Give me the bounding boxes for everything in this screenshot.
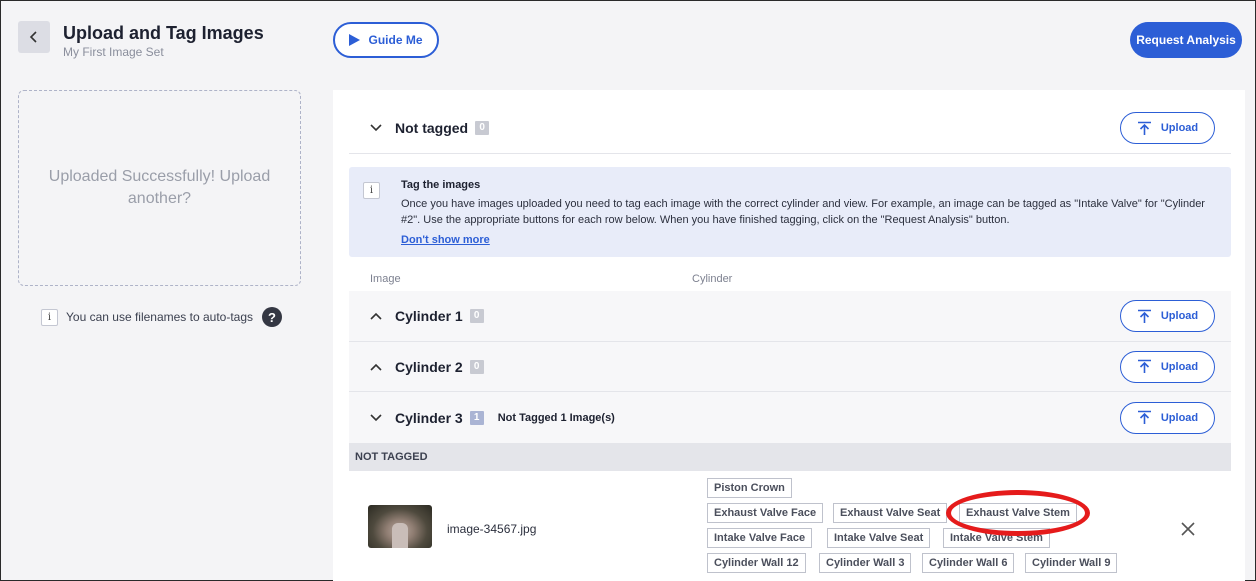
upload-label: Upload bbox=[1160, 122, 1199, 134]
count-badge: 1 bbox=[469, 410, 484, 425]
request-analysis-button[interactable]: Request Analysis bbox=[1130, 22, 1242, 58]
main-panel: Not tagged 0 Upload i Tag the images Onc… bbox=[333, 90, 1245, 581]
chevron-down-icon bbox=[370, 413, 382, 421]
count-badge: 0 bbox=[475, 121, 490, 135]
tag-cylinder-wall-9[interactable]: Cylinder Wall 9 bbox=[1025, 553, 1118, 573]
section-title: Not tagged bbox=[395, 120, 469, 136]
upload-button[interactable]: Upload bbox=[1120, 300, 1215, 332]
upload-label: Upload bbox=[1160, 411, 1199, 424]
info-icon: i bbox=[41, 308, 58, 326]
chevron-left-icon bbox=[29, 31, 37, 43]
back-button[interactable] bbox=[18, 21, 50, 53]
tag-piston-crown[interactable]: Piston Crown bbox=[707, 478, 792, 498]
section-not-tagged[interactable]: Not tagged 0 Upload bbox=[349, 108, 1231, 148]
section-title: Cylinder 1 bbox=[395, 308, 463, 324]
tag-cylinder-wall-3[interactable]: Cylinder Wall 3 bbox=[819, 553, 912, 573]
status-badge: Not Tagged 1 Image(s) bbox=[497, 411, 615, 424]
info-icon: i bbox=[363, 182, 380, 199]
dont-show-more-link[interactable]: Don't show more bbox=[401, 234, 490, 246]
upload-button[interactable]: Upload bbox=[1120, 401, 1215, 434]
upload-icon bbox=[1137, 359, 1151, 373]
guide-me-label: Guide Me bbox=[368, 33, 423, 47]
play-icon bbox=[349, 34, 361, 46]
tag-exhaust-valve-face[interactable]: Exhaust Valve Face bbox=[707, 503, 824, 523]
dropzone-text: Uploaded Successfully! Upload another? bbox=[48, 168, 271, 207]
upload-icon bbox=[1137, 121, 1151, 135]
tag-exhaust-valve-seat[interactable]: Exhaust Valve Seat bbox=[833, 503, 948, 523]
section-cylinder-3[interactable]: Cylinder 3 1 Not Tagged 1 Image(s) Uploa… bbox=[349, 392, 1231, 443]
section-title: Cylinder 3 bbox=[395, 409, 463, 426]
upload-label: Upload bbox=[1160, 360, 1199, 373]
guide-me-button[interactable]: Guide Me bbox=[333, 22, 439, 58]
image-thumbnail[interactable] bbox=[368, 505, 432, 548]
chevron-up-icon bbox=[370, 312, 382, 320]
upload-button[interactable]: Upload bbox=[1120, 112, 1215, 144]
column-header-image: Image bbox=[370, 273, 401, 285]
info-title: Tag the images bbox=[401, 179, 481, 191]
upload-icon bbox=[1137, 410, 1151, 424]
page-title: Upload and Tag Images bbox=[63, 23, 264, 43]
divider bbox=[349, 153, 1231, 154]
chevron-down-icon bbox=[370, 124, 382, 132]
tag-intake-valve-face[interactable]: Intake Valve Face bbox=[707, 528, 813, 548]
section-cylinder-1[interactable]: Cylinder 1 0 Upload bbox=[349, 291, 1231, 341]
info-text: Once you have images uploaded you need t… bbox=[401, 198, 1205, 226]
count-badge: 0 bbox=[469, 309, 484, 323]
upload-icon bbox=[1137, 309, 1151, 323]
section-title: Cylinder 2 bbox=[395, 358, 463, 375]
tag-cylinder-wall-6[interactable]: Cylinder Wall 6 bbox=[922, 553, 1015, 573]
count-badge: 0 bbox=[469, 359, 484, 374]
info-box: i Tag the images Once you have images up… bbox=[349, 167, 1231, 257]
not-tagged-bar: NOT TAGGED bbox=[349, 443, 1231, 471]
tag-cylinder-wall-12[interactable]: Cylinder Wall 12 bbox=[707, 553, 806, 573]
page-subtitle: My First Image Set bbox=[63, 45, 164, 59]
help-icon[interactable]: ? bbox=[262, 307, 283, 327]
tag-intake-valve-seat[interactable]: Intake Valve Seat bbox=[827, 528, 931, 548]
close-icon[interactable] bbox=[1181, 522, 1195, 536]
column-header-cylinder: Cylinder bbox=[692, 273, 733, 285]
image-filename: image-34567.jpg bbox=[447, 522, 537, 536]
upload-label: Upload bbox=[1160, 310, 1199, 322]
upload-dropzone[interactable]: Uploaded Successfully! Upload another? bbox=[18, 90, 301, 286]
upload-button[interactable]: Upload bbox=[1120, 350, 1215, 383]
section-cylinder-2[interactable]: Cylinder 2 0 Upload bbox=[349, 342, 1231, 391]
highlight-annotation bbox=[946, 490, 1090, 536]
header: Upload and Tag Images My First Image Set… bbox=[1, 1, 1255, 81]
auto-tag-hint: i You can use filenames to auto-tags ? bbox=[41, 307, 283, 327]
auto-tag-text: You can use filenames to auto-tags bbox=[66, 310, 254, 324]
chevron-up-icon bbox=[370, 363, 382, 371]
